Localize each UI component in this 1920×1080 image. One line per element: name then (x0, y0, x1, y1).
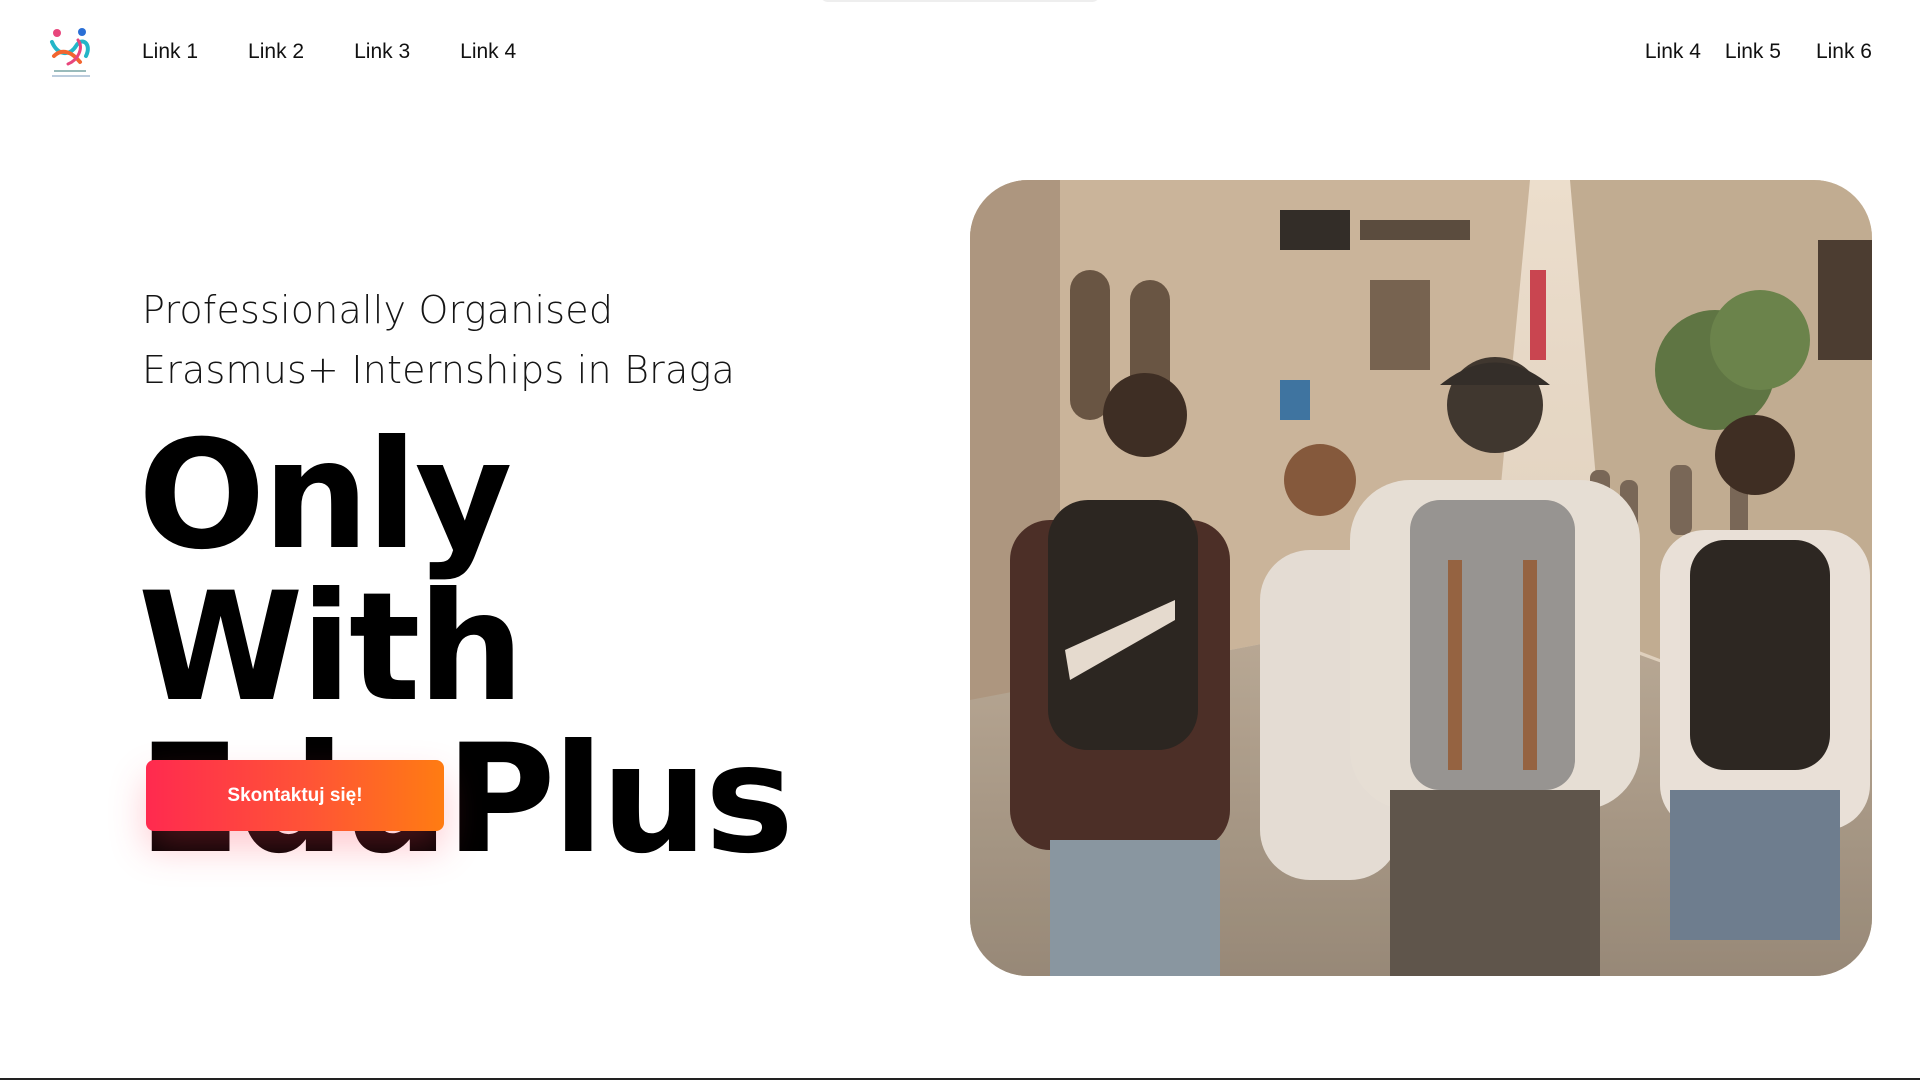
hero-subtitle: Professionally Organised Erasmus+ Intern… (142, 280, 902, 400)
hero-subtitle-line-1: Professionally Organised (142, 288, 614, 332)
landing-page: Link 1 Link 2 Link 3 Link 4 Link 4 Link … (0, 0, 1920, 1080)
nav-link-right-5[interactable]: Link 5 (1725, 40, 1781, 64)
hero-headline-line-1: Only With (138, 409, 524, 735)
nav-link-3[interactable]: Link 3 (354, 40, 410, 64)
site-header: Link 1 Link 2 Link 3 Link 4 Link 4 Link … (0, 0, 1920, 110)
contact-button[interactable]: Skontaktuj się! (146, 760, 444, 831)
nav-link-4[interactable]: Link 4 (460, 40, 516, 64)
eduplus-logo-icon[interactable] (48, 26, 94, 82)
nav-link-right-6[interactable]: Link 6 (1816, 40, 1872, 64)
nav-link-2[interactable]: Link 2 (248, 40, 304, 64)
hero-subtitle-line-2: Erasmus+ Internships in Braga (142, 348, 735, 392)
nav-link-right-4[interactable]: Link 4 (1645, 40, 1701, 64)
street-students-photo (970, 180, 1872, 976)
secondary-nav: Link 4 Link 5 Link 6 (1621, 40, 1872, 64)
nav-link-1[interactable]: Link 1 (142, 40, 198, 64)
primary-nav: Link 1 Link 2 Link 3 Link 4 (142, 40, 566, 64)
